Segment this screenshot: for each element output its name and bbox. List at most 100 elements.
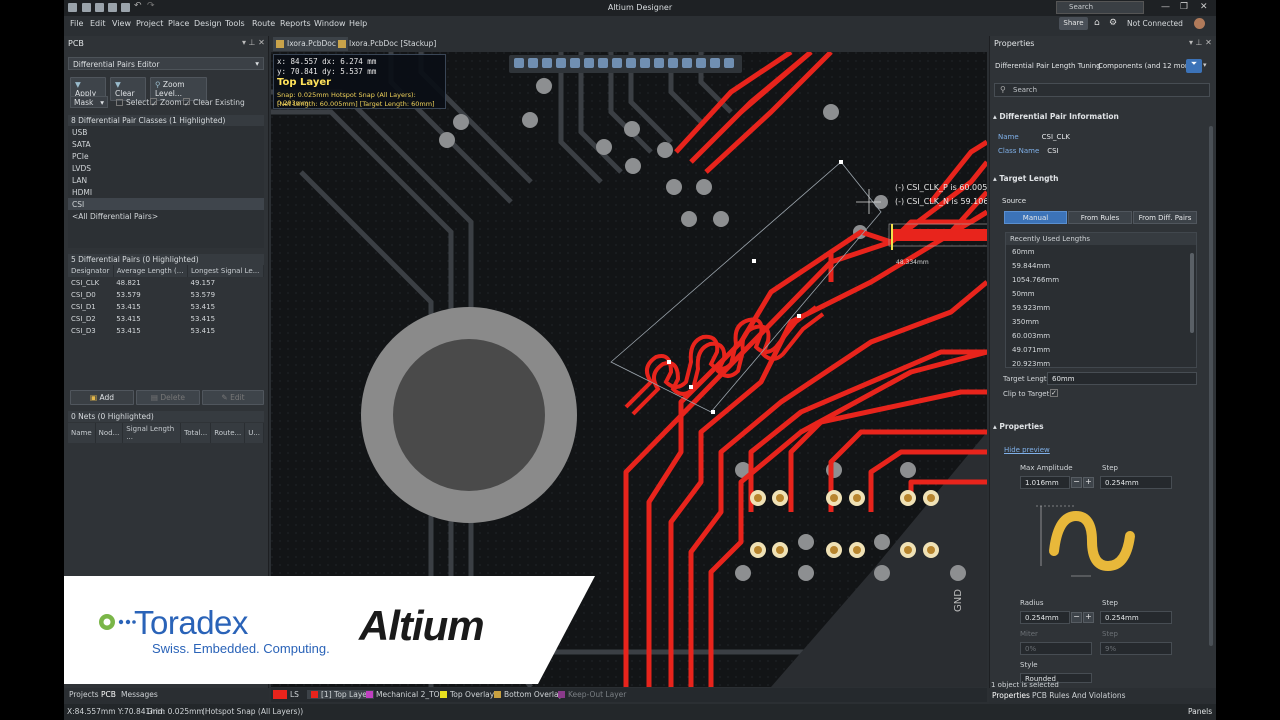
table-row[interactable]: CSI_D1 53.415 53.415	[68, 301, 264, 313]
list-item[interactable]: 50mm	[1006, 287, 1196, 301]
text-icon[interactable]	[710, 58, 720, 68]
table-row[interactable]: CSI_D0 53.579 53.579	[68, 289, 264, 301]
menu-reports[interactable]: Reports	[280, 19, 311, 28]
menu-design[interactable]: Design	[194, 19, 222, 28]
target-length-section[interactable]: ▴ Target Length	[993, 174, 1058, 183]
close-icon[interactable]: ✕	[1200, 2, 1208, 12]
list-item[interactable]: 59.923mm	[1006, 301, 1196, 315]
column-header[interactable]: Designator	[68, 265, 114, 277]
menu-view[interactable]: View	[112, 19, 131, 28]
column-header[interactable]: Average Length (...	[113, 265, 189, 277]
scrollbar[interactable]	[1209, 126, 1213, 646]
properties-section[interactable]: ▴ Properties	[993, 422, 1044, 431]
panels-button[interactable]: Panels	[1188, 707, 1212, 716]
home-icon[interactable]: ⌂	[1094, 18, 1100, 28]
move-icon[interactable]	[542, 58, 552, 68]
gear-icon[interactable]: ⚙	[1109, 18, 1117, 28]
source-from-diff-pairs-button[interactable]: From Diff. Pairs	[1133, 211, 1197, 224]
layer-color-swatch[interactable]	[273, 690, 287, 699]
tab-messages[interactable]: Messages	[121, 690, 158, 699]
menu-project[interactable]: Project	[136, 19, 163, 28]
tab-stackup[interactable]: Ixora.PcbDoc [Stackup]	[335, 37, 442, 51]
list-item[interactable]: CSI	[68, 198, 264, 210]
mask-select[interactable]: Mask ▾	[70, 96, 108, 108]
target-length-input[interactable]: 60mm	[1047, 372, 1197, 385]
filter-select[interactable]: Components (and 12 more)	[1098, 62, 1195, 70]
clip-to-target-checkbox[interactable]: ✓	[1050, 389, 1058, 397]
menu-tools[interactable]: Tools	[225, 19, 245, 28]
decrement-button[interactable]: −	[1071, 477, 1082, 488]
list-item[interactable]: 59.844mm	[1006, 259, 1196, 273]
delete-pair-button[interactable]: ▤ Delete	[136, 390, 200, 405]
restore-icon[interactable]: ❐	[1180, 2, 1188, 12]
share-button[interactable]: Share	[1059, 17, 1088, 30]
menu-route[interactable]: Route	[252, 19, 275, 28]
column-header[interactable]: U...	[244, 423, 264, 443]
dp-info-section[interactable]: ▴ Differential Pair Information	[993, 112, 1119, 121]
layer-tab-ls[interactable]: LS	[290, 690, 299, 699]
connection-status[interactable]: Not Connected	[1127, 19, 1183, 28]
scrollbar[interactable]	[1190, 253, 1194, 333]
list-item[interactable]: 60.003mm	[1006, 329, 1196, 343]
list-item[interactable]: SATA	[68, 138, 264, 150]
via-icon[interactable]	[640, 58, 650, 68]
menu-place[interactable]: Place	[168, 19, 189, 28]
route-icon[interactable]	[528, 58, 538, 68]
menu-edit[interactable]: Edit	[90, 19, 106, 28]
layer-tab-mechanical[interactable]: Mechanical 2_TOP	[366, 690, 444, 699]
list-item[interactable]: 20.923mm	[1006, 357, 1196, 371]
add-pair-button[interactable]: ▣ Add	[70, 390, 134, 405]
place-component-icon[interactable]	[584, 58, 594, 68]
radius-step-input[interactable]: 0.254mm	[1100, 611, 1172, 624]
list-item[interactable]: 49.071mm	[1006, 343, 1196, 357]
list-item[interactable]: HDMI	[68, 186, 264, 198]
align-icon[interactable]	[570, 58, 580, 68]
source-from-rules-button[interactable]: From Rules	[1068, 211, 1132, 224]
table-row[interactable]: CSI_D2 53.415 53.415	[68, 313, 264, 325]
tuning-icon[interactable]	[626, 58, 636, 68]
layer-tab-bottom-overlay[interactable]: Bottom Overlay	[494, 690, 563, 699]
column-header[interactable]: Name	[68, 423, 96, 443]
menu-window[interactable]: Window	[314, 19, 346, 28]
properties-search-input[interactable]: ⚲ Search	[994, 83, 1210, 97]
pin-icon[interactable]: ▾ ⊥ ✕	[242, 38, 265, 47]
chevron-down-icon[interactable]: ▾	[1203, 61, 1207, 69]
list-item[interactable]: 60mm	[1006, 245, 1196, 259]
increment-button[interactable]: +	[1083, 477, 1094, 488]
table-row[interactable]: CSI_D3 53.415 53.415	[68, 325, 264, 337]
layer-tab-top[interactable]: [1] Top Layer	[307, 690, 374, 699]
fill-icon[interactable]	[668, 58, 678, 68]
clear-existing-checkbox[interactable]: ✓ Clear Existing	[183, 98, 245, 108]
list-item[interactable]: LAN	[68, 174, 264, 186]
radius-input[interactable]: 0.254mm	[1020, 611, 1070, 624]
editor-select[interactable]: Differential Pairs Editor ▾	[68, 57, 264, 70]
filter-icon[interactable]	[514, 58, 524, 68]
tab-pcb[interactable]: PCB	[101, 690, 116, 699]
layer-tab-keepout[interactable]: Keep-Out Layer	[558, 690, 626, 699]
step-input[interactable]: 0.254mm	[1100, 476, 1172, 489]
zoom-checkbox[interactable]: ✓ Zoom	[150, 98, 182, 108]
layer-tab-top-overlay[interactable]: Top Overlay	[440, 690, 494, 699]
tab-rules-violations[interactable]: PCB Rules And Violations	[1032, 691, 1126, 700]
list-item[interactable]: LVDS	[68, 162, 264, 174]
max-amplitude-input[interactable]: 1.016mm	[1020, 476, 1070, 489]
list-item[interactable]: PCIe	[68, 150, 264, 162]
miter-step-input[interactable]: 9%	[1100, 642, 1172, 655]
dimension-icon[interactable]	[696, 58, 706, 68]
column-header[interactable]: Longest Signal Le...	[187, 265, 264, 277]
select-checkbox[interactable]: Select	[116, 98, 149, 107]
tab-projects[interactable]: Projects	[69, 690, 99, 699]
menu-help[interactable]: Help	[349, 19, 367, 28]
line-icon[interactable]	[724, 58, 734, 68]
panel-controls-icon[interactable]: ▾ ⊥ ✕	[1189, 38, 1212, 47]
list-item[interactable]: USB	[68, 126, 264, 138]
column-header[interactable]: Route...	[210, 423, 246, 443]
table-row[interactable]: CSI_CLK 48.821 49.157	[68, 277, 264, 289]
list-item[interactable]: 1054.766mm	[1006, 273, 1196, 287]
column-header[interactable]: Total...	[180, 423, 212, 443]
source-manual-button[interactable]: Manual	[1004, 211, 1067, 224]
column-header[interactable]: Signal Length ...	[122, 423, 182, 443]
region-icon[interactable]	[682, 58, 692, 68]
column-header[interactable]: Nod...	[95, 423, 124, 443]
menu-file[interactable]: File	[70, 19, 83, 28]
